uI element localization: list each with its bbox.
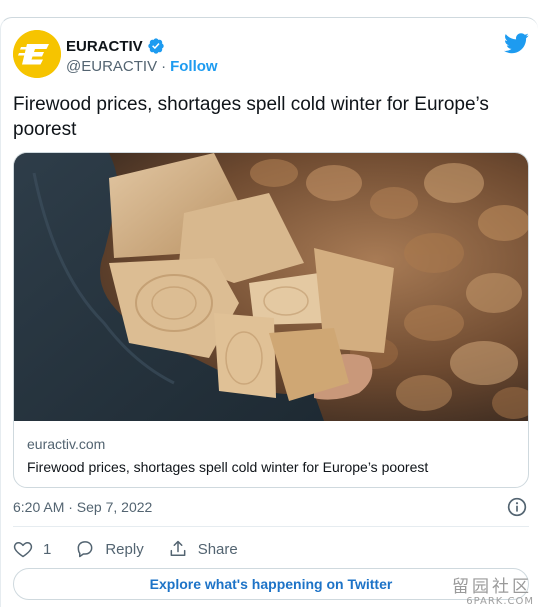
follow-link[interactable]: Follow	[170, 58, 218, 75]
reply-button[interactable]: Reply	[75, 539, 144, 559]
verified-badge-icon	[147, 38, 164, 54]
firewood-photo	[14, 153, 528, 421]
link-title[interactable]: Firewood prices, shortages spell cold wi…	[27, 459, 428, 475]
site-watermark: 留园社区 6PARK.COM	[452, 572, 534, 607]
heart-icon	[13, 542, 33, 558]
share-icon	[170, 540, 186, 556]
divider	[13, 526, 529, 527]
link-domain[interactable]: euractiv.com	[27, 436, 105, 452]
tweet-timestamp[interactable]: 6:20 AM · Sep 7, 2022	[13, 499, 152, 515]
like-count: 1	[43, 540, 52, 558]
author-handle[interactable]: @EURACTIV	[66, 58, 157, 75]
euractiv-logo-icon	[13, 30, 61, 78]
watermark-site: 6PARK.COM	[466, 596, 534, 607]
share-label: Share	[197, 540, 238, 558]
info-icon[interactable]	[507, 497, 527, 517]
share-button[interactable]: Share	[168, 539, 238, 559]
author-name[interactable]: EURACTIV	[66, 38, 143, 55]
reply-icon	[77, 541, 93, 558]
twitter-bird-icon[interactable]	[504, 33, 529, 54]
tweet-text: Firewood prices, shortages spell cold wi…	[13, 94, 489, 140]
link-preview-card[interactable]: euractiv.com Firewood prices, shortages …	[13, 152, 529, 488]
author-avatar[interactable]	[13, 30, 61, 78]
handle-separator: ·	[161, 58, 167, 75]
watermark-chars: 留园社区	[452, 577, 532, 597]
reply-label: Reply	[105, 540, 144, 558]
tweet-actions: 1 Reply Share	[13, 537, 262, 561]
like-button[interactable]: 1	[13, 539, 51, 559]
author-block: EURACTIV @EURACTIV · Follow	[66, 37, 218, 76]
